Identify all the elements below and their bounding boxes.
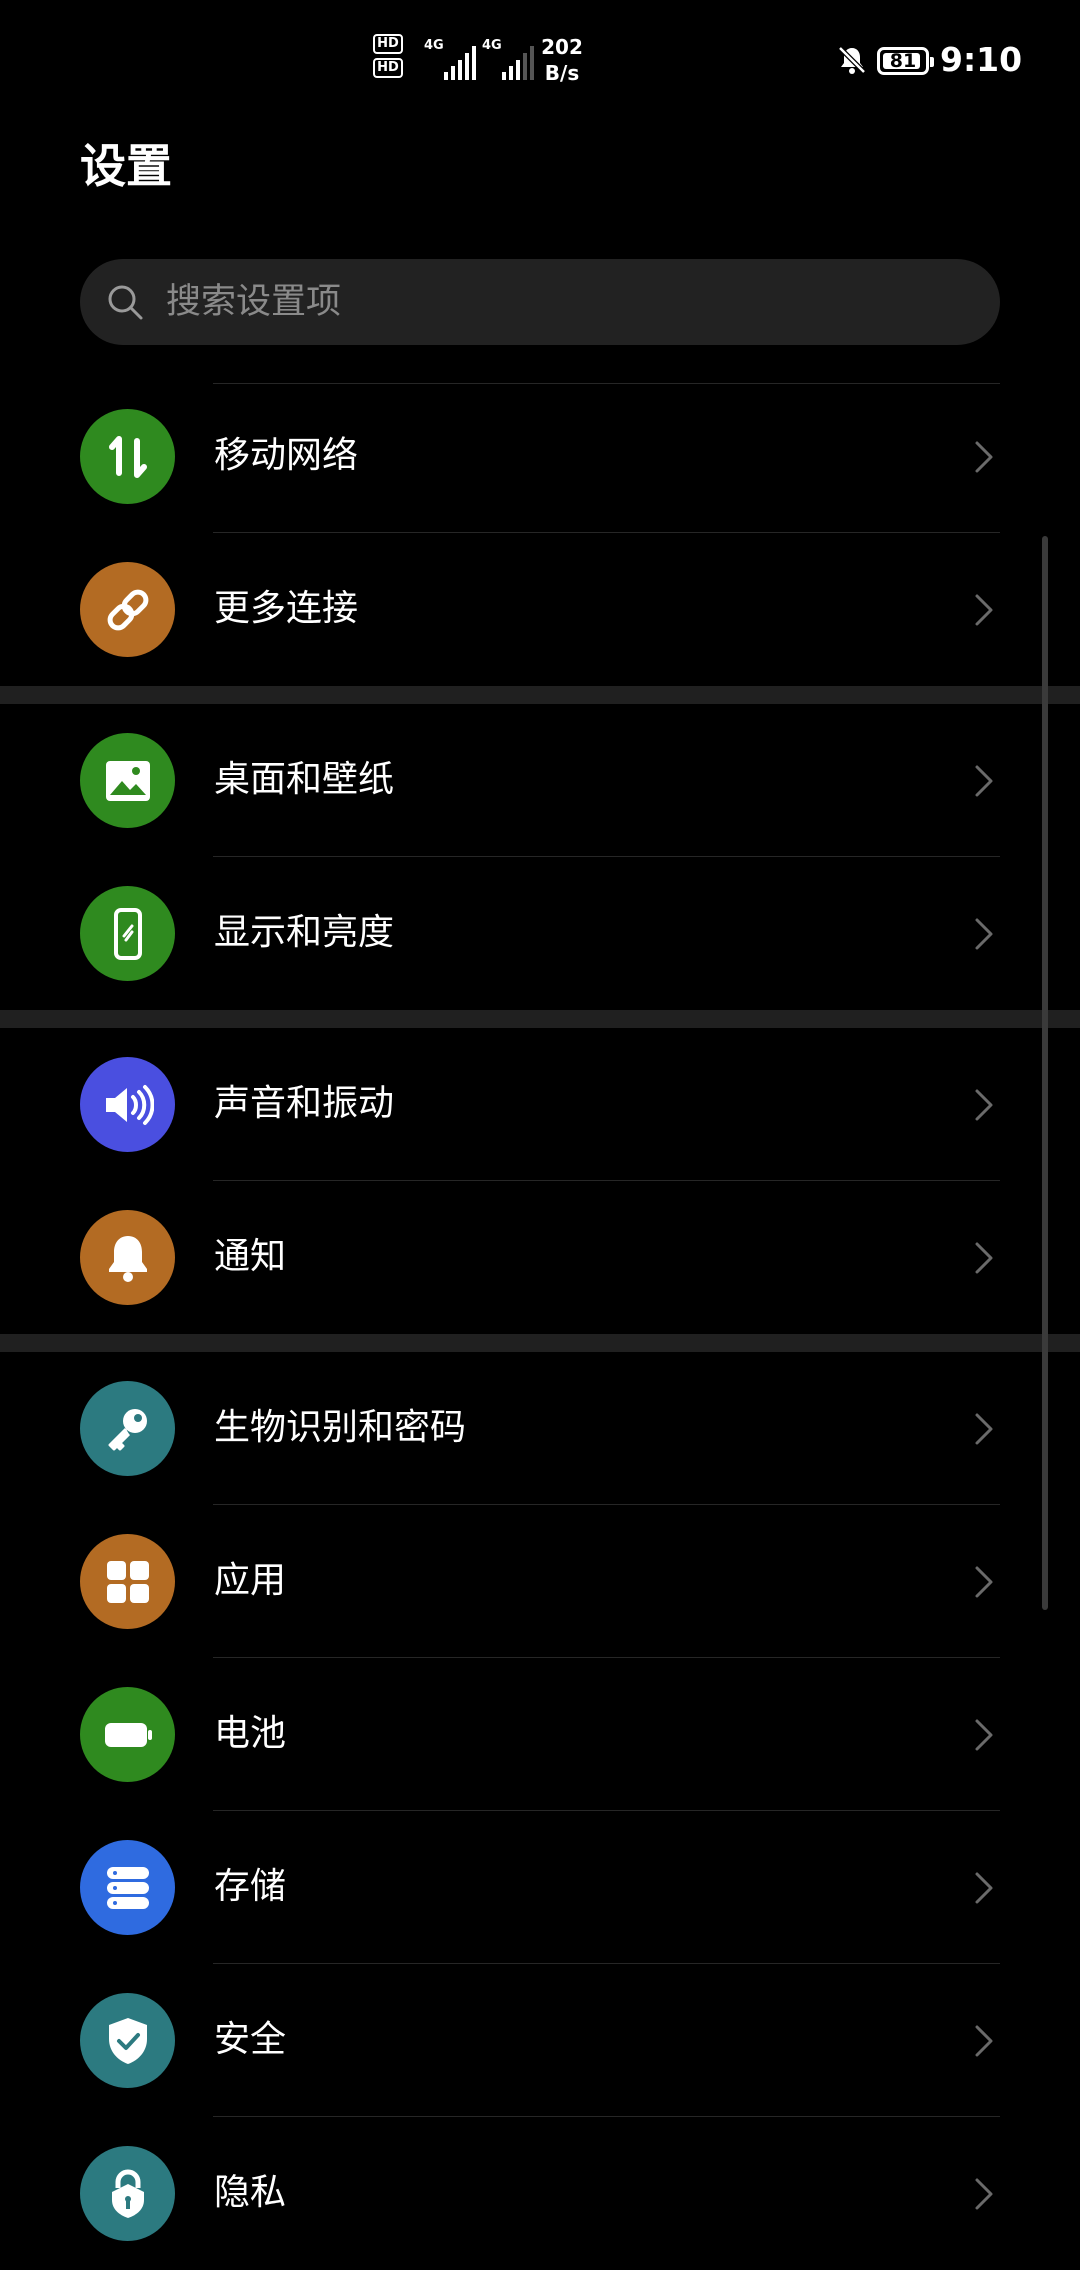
- network-speed: 202 B/s: [538, 34, 586, 86]
- search-bar[interactable]: [80, 259, 1000, 345]
- settings-group-system: 生物识别和密码 应用 电池 存储 安全 隐私: [0, 1334, 1080, 2270]
- settings-item-label: 通知: [214, 1236, 287, 1277]
- chevron-right-icon: [975, 594, 993, 626]
- shield-icon: [80, 1993, 175, 2088]
- settings-group-connectivity: 移动网络 更多连接: [0, 380, 1080, 686]
- chevron-right-icon: [975, 918, 993, 950]
- speed-value: 202: [541, 35, 583, 59]
- chevron-right-icon: [975, 1566, 993, 1598]
- settings-group-sound-notify: 声音和振动 通知: [0, 1010, 1080, 1334]
- settings-item-security[interactable]: 安全: [0, 1964, 1080, 2117]
- chevron-right-icon: [975, 1872, 993, 1904]
- settings-item-label: 隐私: [214, 2172, 287, 2213]
- settings-item-label: 更多连接: [214, 588, 359, 629]
- status-bar: HD HD 4G 4G 202 B/s 81 9:10: [0, 0, 1080, 120]
- mute-bell-icon: [837, 45, 867, 75]
- key-icon: [80, 1381, 175, 1476]
- settings-item-label: 安全: [214, 2019, 287, 2060]
- sim2-network-label: 4G: [482, 38, 502, 53]
- settings-item-apps[interactable]: 应用: [0, 1505, 1080, 1658]
- settings-item-notifications[interactable]: 通知: [0, 1181, 1080, 1334]
- sim1-network-label: 4G: [424, 38, 444, 53]
- settings-item-label: 移动网络: [214, 435, 359, 476]
- settings-group-display: 桌面和壁纸 显示和亮度: [0, 686, 1080, 1010]
- battery-icon: 81: [877, 47, 934, 75]
- settings-item-label: 生物识别和密码: [214, 1407, 467, 1448]
- mobile-data-icon: [80, 409, 175, 504]
- settings-item-label: 应用: [214, 1560, 287, 1601]
- hd1-label: HD: [373, 34, 403, 54]
- chevron-right-icon: [975, 2178, 993, 2210]
- link-icon: [80, 562, 175, 657]
- hd-icon: HD HD: [373, 34, 403, 82]
- bell-icon: [80, 1210, 175, 1305]
- settings-list: 移动网络 更多连接 桌面和壁纸 显示和亮度 声音和振动 通知 生物识别和密码 应…: [0, 380, 1080, 2270]
- chevron-right-icon: [975, 765, 993, 797]
- chevron-right-icon: [975, 2025, 993, 2057]
- apps-icon: [80, 1534, 175, 1629]
- settings-item-more-connections[interactable]: 更多连接: [0, 533, 1080, 686]
- clock: 9:10: [940, 40, 1023, 79]
- speaker-icon: [80, 1057, 175, 1152]
- settings-item-label: 桌面和壁纸: [214, 759, 395, 800]
- settings-item-label: 电池: [214, 1713, 287, 1754]
- hd2-label: HD: [373, 58, 403, 78]
- settings-item-label: 声音和振动: [214, 1083, 395, 1124]
- search-icon: [108, 285, 143, 320]
- chevron-right-icon: [975, 441, 993, 473]
- settings-item-label: 存储: [214, 1866, 287, 1907]
- settings-item-storage[interactable]: 存储: [0, 1811, 1080, 1964]
- chevron-right-icon: [975, 1242, 993, 1274]
- search-input[interactable]: [166, 259, 966, 345]
- settings-item-display-brightness[interactable]: 显示和亮度: [0, 857, 1080, 1010]
- settings-item-mobile-network[interactable]: 移动网络: [0, 380, 1080, 533]
- scrollbar[interactable]: [1042, 536, 1048, 1610]
- chevron-right-icon: [975, 1719, 993, 1751]
- settings-item-home-wallpaper[interactable]: 桌面和壁纸: [0, 704, 1080, 857]
- settings-item-label: 显示和亮度: [214, 912, 395, 953]
- battery-icon: [80, 1687, 175, 1782]
- chevron-right-icon: [975, 1413, 993, 1445]
- settings-item-biometrics-password[interactable]: 生物识别和密码: [0, 1352, 1080, 1505]
- settings-item-battery[interactable]: 电池: [0, 1658, 1080, 1811]
- chevron-right-icon: [975, 1089, 993, 1121]
- display-icon: [80, 886, 175, 981]
- settings-item-sound-vibration[interactable]: 声音和振动: [0, 1028, 1080, 1181]
- storage-icon: [80, 1840, 175, 1935]
- speed-unit: B/s: [544, 61, 580, 85]
- page-title: 设置: [80, 139, 172, 193]
- wallpaper-icon: [80, 733, 175, 828]
- battery-percent: 81: [889, 50, 917, 72]
- settings-item-privacy[interactable]: 隐私: [0, 2117, 1080, 2270]
- privacy-lock-icon: [80, 2146, 175, 2241]
